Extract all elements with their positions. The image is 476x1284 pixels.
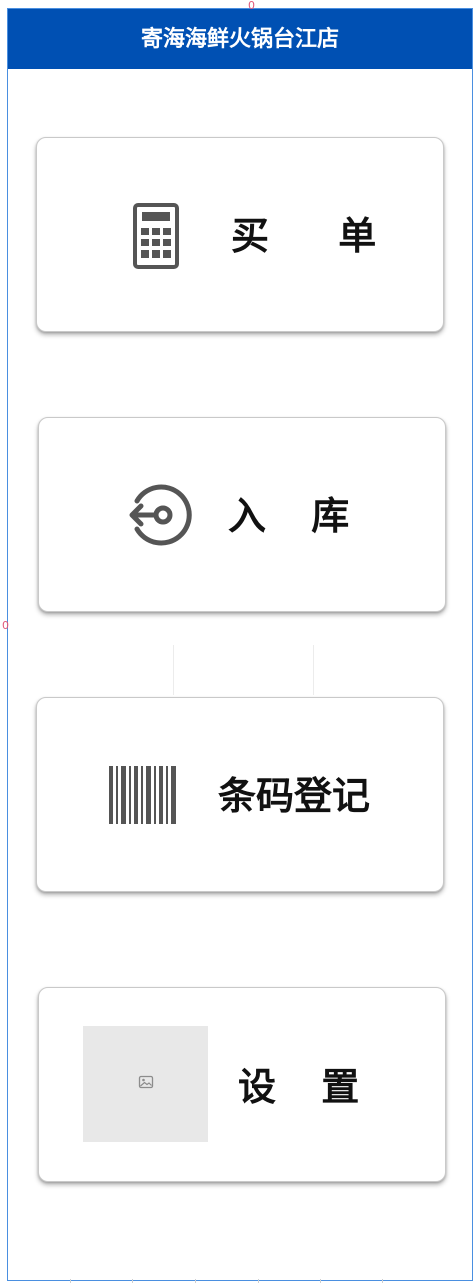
image-placeholder	[83, 1026, 208, 1142]
ruler-tick	[132, 1279, 133, 1283]
checkout-label: 买 单	[231, 214, 405, 258]
store-title: 寄海海鲜火锅台江店	[140, 27, 339, 52]
divider-line	[173, 645, 174, 695]
divider-line	[313, 645, 314, 695]
stock-in-button[interactable]: 入 库	[38, 417, 446, 612]
ruler-tick	[70, 1279, 71, 1283]
inbound-arrow-icon	[125, 481, 193, 553]
ruler-tick	[195, 1279, 196, 1283]
settings-label: 设 置	[238, 1065, 376, 1109]
guide-marker-left: 0	[2, 619, 9, 632]
header-bar: 寄海海鲜火锅台江店	[8, 9, 472, 69]
checkout-button[interactable]: 买 单	[36, 137, 444, 332]
ruler-tick	[320, 1279, 321, 1283]
stock-in-label: 入 库	[228, 494, 366, 538]
barcode-register-button[interactable]: 条码登记	[36, 697, 444, 892]
ruler-tick	[382, 1279, 383, 1283]
calculator-icon	[133, 203, 179, 273]
settings-button[interactable]: 设 置	[38, 987, 446, 1182]
ruler-tick	[258, 1279, 259, 1283]
image-placeholder-icon	[138, 1074, 154, 1094]
barcode-icon	[109, 766, 177, 828]
barcode-register-label: 条码登记	[218, 774, 371, 818]
